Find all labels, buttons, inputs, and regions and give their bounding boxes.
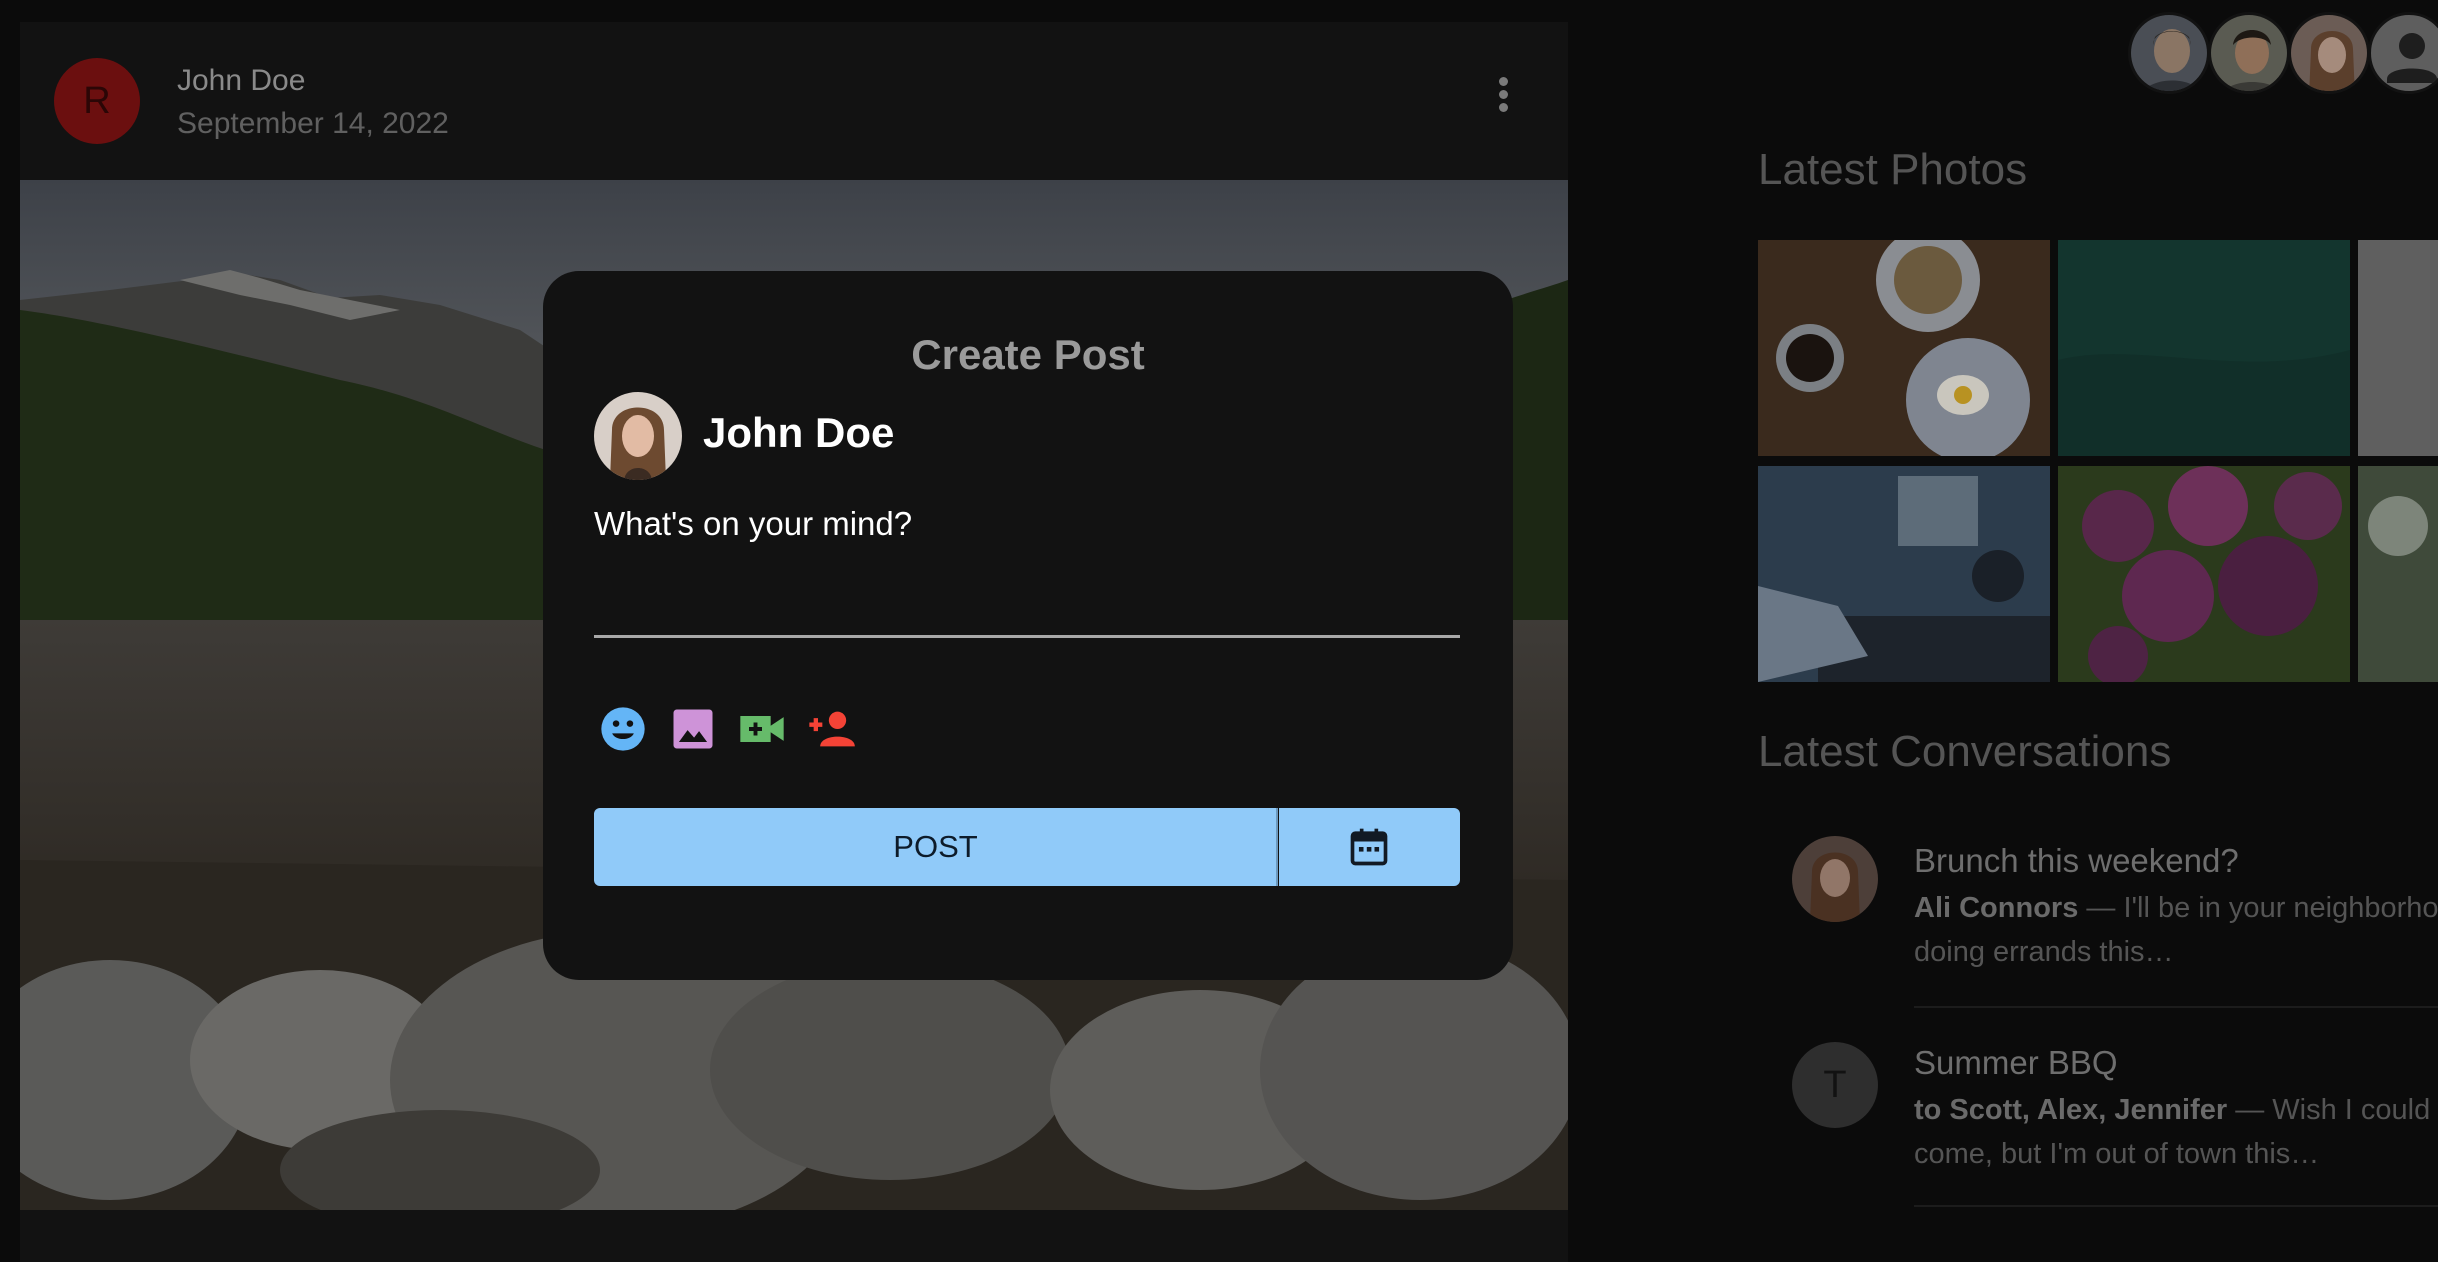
conversation-snippet-line2: doing errands this… [1914,936,2174,968]
dialog-title: Create Post [911,331,1145,378]
conversation-snippet: — Wish I could [2227,1094,2431,1126]
latest-photos-grid [1758,240,2438,682]
conversation-item[interactable]: Brunch this weekend? Ali Connors — I'll … [1758,830,2438,1010]
avatar[interactable] [2128,12,2210,94]
post-date: September 14, 2022 [177,107,449,140]
post-header: R John Doe September 14, 2022 [20,22,1568,178]
tag-person-icon[interactable] [805,703,857,755]
conversation-preview: to Scott, Alex, Jennifer — Wish I could … [1914,1088,2438,1176]
latest-conversations-title: Latest Conversations [1758,727,2172,776]
photo-water[interactable] [2058,240,2350,456]
user-name: John Doe [703,409,895,456]
photo-lilac-flowers[interactable] [2058,466,2350,682]
emoji-icon[interactable] [597,703,649,755]
conversation-sender: to Scott, Alex, Jennifer [1914,1094,2228,1126]
photo-dj-mixer[interactable] [1758,466,2050,682]
user-avatar [594,392,682,480]
post-text-input[interactable]: What's on your mind? [594,503,1460,638]
divider [1276,808,1278,886]
avatar-group [2128,12,2438,98]
conversation-preview: Ali Connors — I'll be in your neighborho… [1914,886,2438,974]
latest-photos-title: Latest Photos [1758,145,2028,194]
avatar[interactable] [2288,12,2370,94]
create-post-dialog: Create Post John Doe What's on your mind… [543,271,1513,980]
divider [1914,1006,2438,1008]
avatar [1792,836,1878,922]
calendar-icon [1350,828,1388,866]
conversation-item[interactable]: T Summer BBQ to Scott, Alex, Jennifer — … [1758,1032,2438,1212]
image-icon[interactable] [667,703,719,755]
photo-breakfast[interactable] [1758,240,2050,456]
photo-white-flowers[interactable] [2358,466,2438,682]
avatar[interactable] [2208,12,2290,94]
conversation-title: Brunch this weekend? [1914,842,2239,879]
photo-grey[interactable] [2358,240,2438,456]
author-avatar[interactable]: R [54,58,140,144]
schedule-button[interactable] [1279,808,1460,886]
conversation-snippet-line2: come, but I'm out of town this… [1914,1138,2320,1170]
post-button[interactable]: POST [594,808,1277,886]
conversation-sender: Ali Connors [1914,892,2079,924]
video-camera-icon[interactable] [736,703,788,755]
divider [1914,1205,2438,1207]
more-options-icon[interactable] [1492,74,1514,124]
post-author-name: John Doe [177,64,306,97]
conversation-title: Summer BBQ [1914,1044,2118,1081]
avatar: T [1792,1042,1878,1128]
account-avatar-icon[interactable] [2368,12,2438,94]
conversation-snippet: — I'll be in your neighborhood [2078,892,2438,924]
